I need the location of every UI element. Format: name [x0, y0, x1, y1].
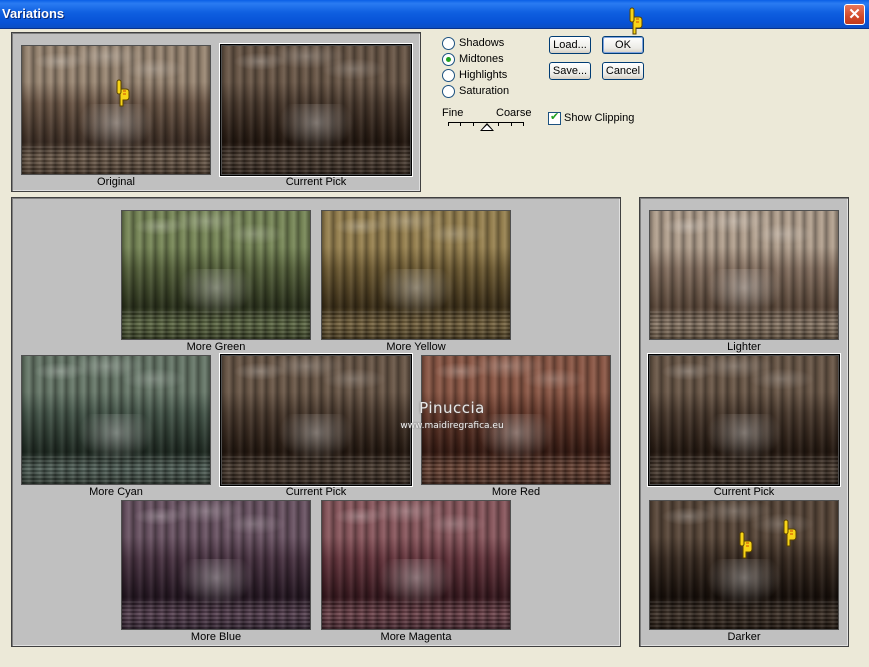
current-pick-center-thumbnail[interactable] [221, 355, 411, 485]
show-clipping-checkbox[interactable] [548, 110, 561, 125]
current-pick-brightness-thumbnail[interactable] [649, 355, 839, 485]
hand-pointer-icon [116, 79, 130, 107]
radio-shadows-button[interactable] [442, 36, 455, 50]
more-blue-label: More Blue [190, 631, 242, 643]
radio-shadows[interactable]: Shadows [442, 35, 504, 51]
lighter-thumbnail[interactable] [649, 210, 839, 340]
radio-highlights-button[interactable] [442, 68, 455, 82]
more-yellow-label: More Yellow [386, 341, 446, 353]
original-thumbnail [21, 45, 211, 175]
current-pick-preview [221, 45, 411, 175]
current-pick-center-label: Current Pick [285, 486, 347, 498]
close-button[interactable]: ✕ [844, 4, 865, 25]
more-red-thumbnail[interactable] [421, 355, 611, 485]
current-pick-preview-label: Current Pick [285, 176, 347, 188]
radio-shadows-label: Shadows [459, 37, 505, 49]
ok-button[interactable]: OK [602, 36, 644, 54]
more-blue-thumbnail[interactable] [121, 500, 311, 630]
window-title: Variations [2, 6, 65, 21]
more-magenta-thumbnail[interactable] [321, 500, 511, 630]
title-bar: Variations ✕ [0, 0, 869, 29]
radio-saturation[interactable]: Saturation [442, 83, 509, 99]
hand-pointer-icon [739, 531, 753, 559]
radio-highlights[interactable]: Highlights [442, 67, 507, 83]
darker-label: Darker [727, 631, 761, 643]
hand-pointer-icon [629, 7, 643, 35]
radio-saturation-label: Saturation [459, 85, 510, 97]
more-red-label: More Red [491, 486, 541, 498]
radio-midtones-button[interactable] [442, 52, 455, 66]
watermark-url: www.maidiregrafica.eu [400, 421, 504, 431]
fine-coarse-slider[interactable] [448, 118, 524, 134]
radio-highlights-label: Highlights [459, 69, 508, 81]
more-yellow-thumbnail[interactable] [321, 210, 511, 340]
more-green-thumbnail[interactable] [121, 210, 311, 340]
show-clipping-label: Show Clipping [564, 112, 635, 124]
lighter-label: Lighter [727, 341, 761, 353]
radio-saturation-button[interactable] [442, 84, 455, 98]
more-cyan-thumbnail[interactable] [21, 355, 211, 485]
more-magenta-label: More Magenta [380, 631, 452, 643]
cancel-button[interactable]: Cancel [602, 62, 644, 80]
slider-thumb[interactable] [480, 123, 494, 131]
save-button[interactable]: Save... [549, 62, 591, 80]
current-pick-brightness-label: Current Pick [713, 486, 775, 498]
hand-pointer-icon [783, 519, 797, 547]
more-cyan-label: More Cyan [89, 486, 143, 498]
darker-thumbnail[interactable] [649, 500, 839, 630]
close-icon: ✕ [848, 6, 861, 23]
radio-midtones-label: Midtones [459, 53, 504, 65]
more-green-label: More Green [186, 341, 246, 353]
load-button[interactable]: Load... [549, 36, 591, 54]
radio-midtones[interactable]: Midtones [442, 51, 504, 67]
watermark-name: Pinuccia [419, 399, 485, 417]
original-label: Original [97, 176, 135, 188]
